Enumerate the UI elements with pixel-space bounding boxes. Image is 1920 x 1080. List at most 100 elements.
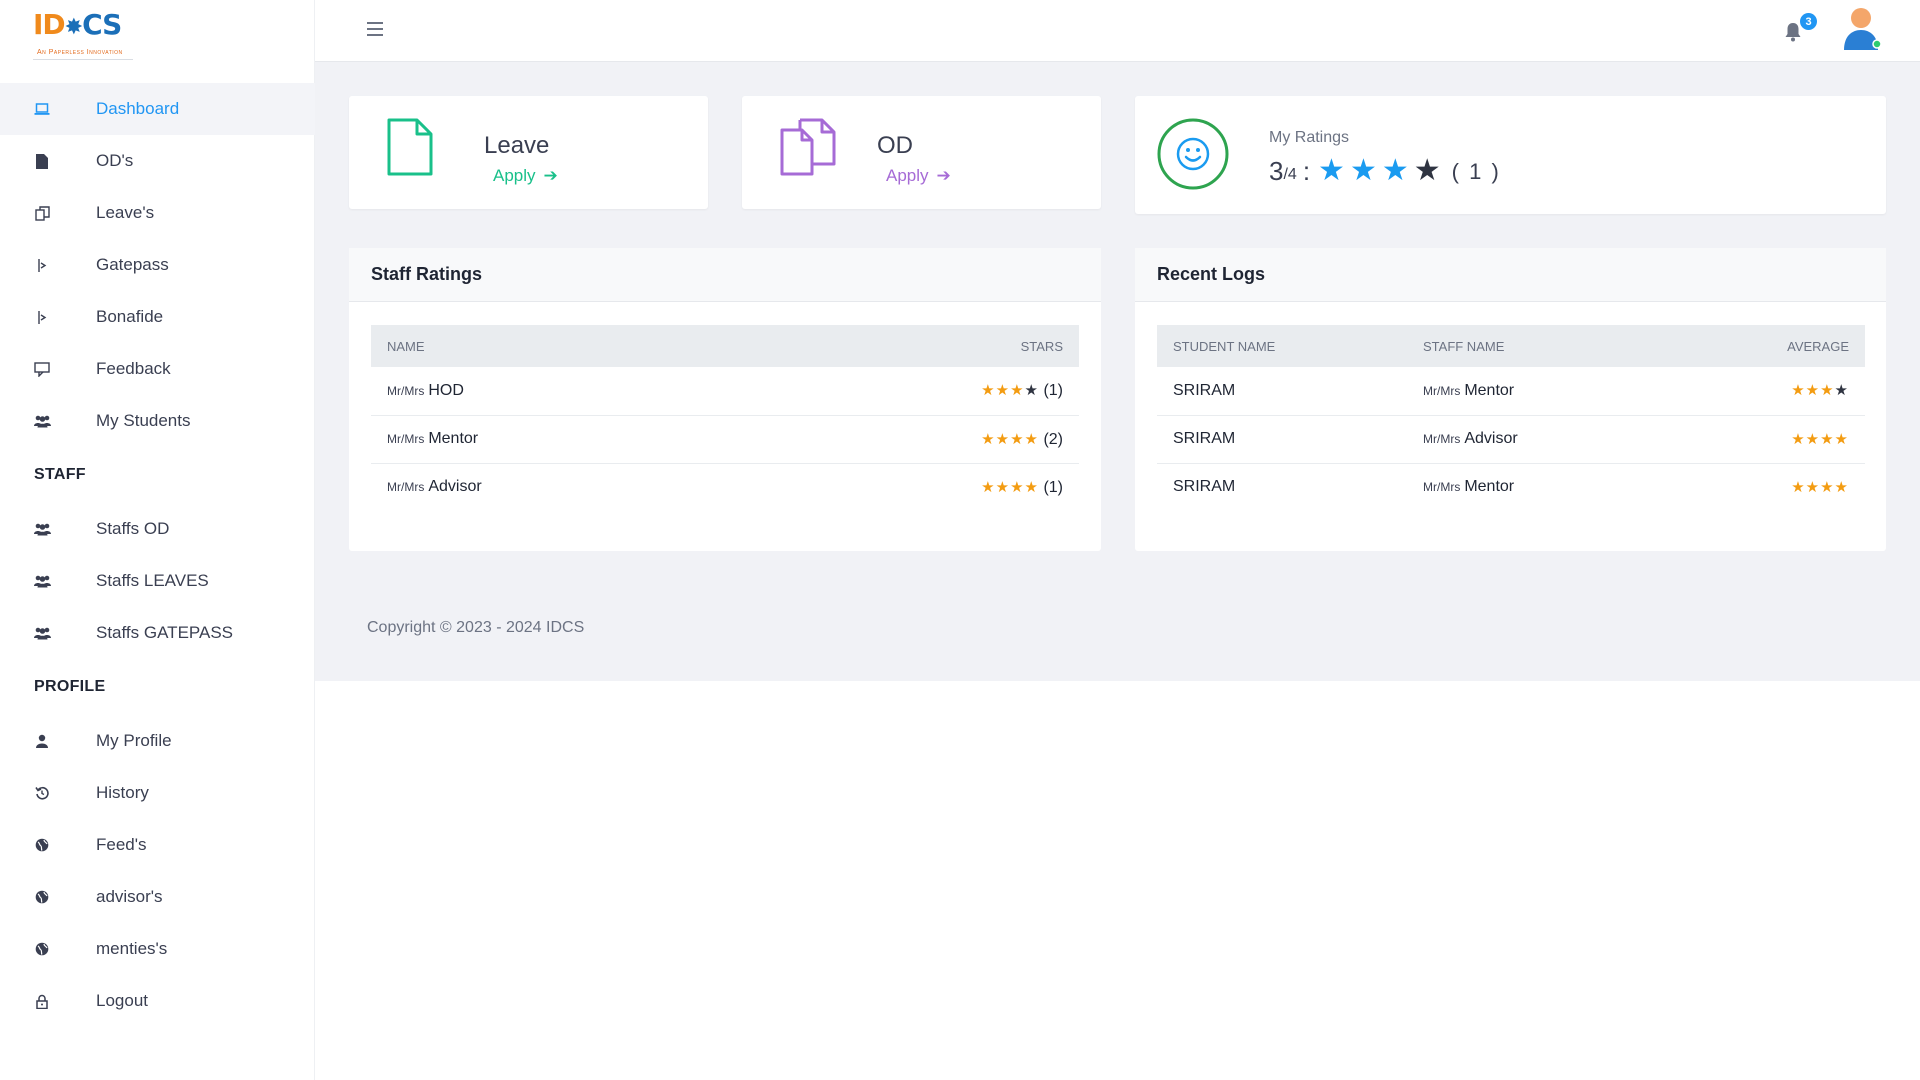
sidebar-item-logout[interactable]: Logout	[0, 975, 315, 1027]
file-icon	[33, 152, 51, 170]
sidebar-item-dashboard[interactable]: Dashboard	[0, 83, 315, 135]
staff-stars-cell: ★★★★ (1)	[743, 367, 1079, 416]
my-rating-stars: ★ ★ ★ ★	[1318, 156, 1446, 187]
sidebar-item-leave-s[interactable]: Leave's	[0, 187, 315, 239]
name-prefix: Mr/Mrs	[387, 383, 425, 398]
sidebar-item-label: Staffs GATEPASS	[96, 623, 233, 642]
star-filled-icon: ★	[1791, 478, 1806, 496]
logo[interactable]: ID✸CS An Paperless Innovation	[33, 8, 153, 60]
table-header-row: STUDENT NAME STAFF NAME AVERAGE	[1157, 325, 1865, 367]
sidebar-item-label: Staffs OD	[96, 519, 170, 538]
sidebar-item-advisor-s[interactable]: advisor's	[0, 871, 315, 923]
staff-stars-cell: ★★★★ (2)	[743, 415, 1079, 464]
sidebar-item-feedback[interactable]: Feedback	[0, 343, 315, 395]
student-name-cell: SRIRAM	[1157, 367, 1407, 416]
average-cell: ★★★★	[1670, 463, 1865, 511]
logo-tagline: An Paperless Innovation	[37, 49, 123, 56]
star-rating: ★★★★	[981, 431, 1039, 448]
lock-icon	[33, 992, 51, 1010]
bell-icon[interactable]	[1784, 22, 1802, 42]
star-rating: ★★★★	[981, 479, 1039, 496]
sidebar-item-history[interactable]: History	[0, 767, 315, 819]
sidebar: ID✸CS An Paperless Innovation Dashboard O…	[0, 0, 315, 1080]
column-header-staff-name: STAFF NAME	[1407, 325, 1671, 367]
staff-name-cell: Mr/Mrs Mentor	[371, 415, 744, 464]
staff-name-cell: Mr/Mrs Advisor	[1407, 415, 1671, 464]
sidebar-item-staffs-leaves[interactable]: Staffs LEAVES	[0, 555, 315, 607]
star-filled-icon: ★	[995, 430, 1011, 448]
sidebar-item-label: OD's	[96, 151, 134, 170]
star-filled-icon: ★	[1010, 478, 1025, 496]
star-filled-icon: ★	[1805, 478, 1821, 496]
globe-icon	[33, 888, 51, 906]
profile-heading: PROFILE	[34, 678, 106, 695]
leave-card: Leave Apply ➔	[349, 96, 708, 209]
globe-icon	[33, 836, 51, 854]
rating-count: (1)	[1043, 382, 1063, 400]
rating-denominator: /4	[1283, 165, 1297, 183]
recent-logs-table: STUDENT NAME STAFF NAME AVERAGE SRIRAM Mr…	[1157, 325, 1865, 511]
leave-apply-label: Apply	[493, 166, 536, 185]
sidebar-item-label: advisor's	[96, 887, 163, 906]
sidebar-item-menties-s[interactable]: menties's	[0, 923, 315, 975]
sidebar-item-label: Logout	[96, 991, 148, 1010]
star-filled-icon: ★	[981, 478, 996, 496]
sidebar-item-label: My Students	[96, 411, 191, 430]
sidebar-item-staffs-od[interactable]: Staffs OD	[0, 503, 315, 555]
avatar[interactable]	[1840, 6, 1884, 54]
star-rating: ★★★★	[1791, 382, 1849, 399]
footer-copyright: Copyright © 2023 - 2024 IDCS	[367, 619, 585, 636]
main-content: Leave Apply ➔ OD Apply ➔ My Ratings 3 /4	[315, 62, 1920, 681]
od-files-icon	[780, 118, 836, 176]
table-header-row: NAME STARS	[371, 325, 1079, 367]
star-filled-icon: ★	[1834, 478, 1849, 496]
star-filled-icon: ★	[1349, 154, 1377, 187]
sidebar-item-gatepass[interactable]: Gatepass	[0, 239, 315, 291]
sidebar-item-label: Dashboard	[96, 99, 180, 118]
notification-badge: 3	[1800, 13, 1817, 30]
sidebar-item-od-s[interactable]: OD's	[0, 135, 315, 187]
rating-count: (2)	[1043, 430, 1063, 448]
star-filled-icon: ★	[1010, 382, 1025, 400]
star-filled-icon: ★	[1820, 478, 1835, 496]
name-prefix: Mr/Mrs	[1423, 432, 1461, 446]
star-filled-icon: ★	[1820, 430, 1835, 448]
my-ratings-label: My Ratings	[1269, 129, 1350, 146]
od-card-title: OD	[877, 132, 913, 159]
star-filled-icon: ★	[981, 430, 996, 448]
sidebar-item-my-students[interactable]: My Students	[0, 395, 315, 447]
leave-file-icon	[387, 118, 433, 176]
sidebar-item-feed-s[interactable]: Feed's	[0, 819, 315, 871]
rating-count: ( 1 )	[1451, 158, 1501, 184]
sidebar-item-my-profile[interactable]: My Profile	[0, 715, 315, 767]
recent-logs-title: Recent Logs	[1135, 248, 1886, 302]
od-apply-link[interactable]: Apply ➔	[886, 166, 951, 186]
star-filled-icon: ★	[1791, 430, 1806, 448]
sidebar-item-staffs-gatepass[interactable]: Staffs GATEPASS	[0, 607, 315, 659]
student-name-cell: SRIRAM	[1173, 478, 1236, 496]
table-row: SRIRAM Mr/Mrs Mentor ★★★★	[1157, 463, 1865, 511]
user-icon	[33, 732, 51, 750]
table-row: Mr/Mrs Advisor ★★★★ (1)	[371, 463, 1079, 511]
users-icon	[33, 412, 51, 430]
rating-colon: :	[1302, 156, 1311, 186]
copy-icon	[33, 204, 51, 222]
topbar: 3	[315, 0, 1920, 62]
sidebar-item-label: Gatepass	[96, 255, 169, 274]
star-filled-icon: ★	[1805, 382, 1821, 400]
table-row: Mr/Mrs HOD ★★★★ (1)	[371, 367, 1079, 416]
users-icon	[33, 520, 51, 538]
arrow-right-icon: ➔	[936, 166, 951, 185]
star-filled-icon: ★	[1024, 478, 1039, 496]
staff-name: Advisor	[1464, 430, 1518, 447]
star-filled-icon: ★	[995, 382, 1011, 400]
staff-name-cell: Mr/Mrs Mentor	[1407, 367, 1671, 416]
sidebar-item-bonafide[interactable]: Bonafide	[0, 291, 315, 343]
comment-icon	[33, 360, 51, 378]
star-rating: ★★★★	[1791, 431, 1849, 448]
od-card: OD Apply ➔	[742, 96, 1101, 209]
menu-toggle-icon[interactable]	[367, 22, 383, 36]
table-row: Mr/Mrs Mentor ★★★★ (2)	[371, 415, 1079, 464]
staff-heading: STAFF	[34, 466, 86, 483]
leave-apply-link[interactable]: Apply ➔	[493, 166, 558, 186]
